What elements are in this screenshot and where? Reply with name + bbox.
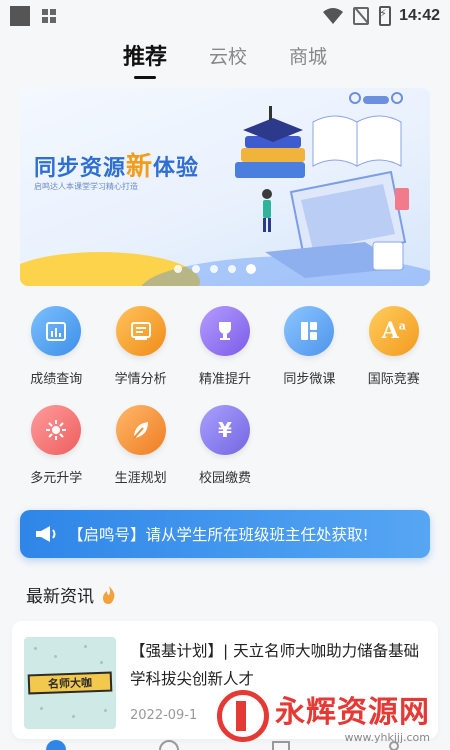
feature-label: 成绩查询: [30, 372, 83, 387]
bottom-nav: [0, 738, 450, 750]
carousel-dot[interactable]: [174, 265, 182, 273]
yuan-icon: ¥: [199, 405, 250, 455]
top-tabs: 推荐 云校 商城: [0, 32, 450, 84]
thumbnail-tag: 名师大咖: [27, 671, 113, 695]
feature-label: 国际竞赛: [367, 372, 420, 387]
status-time: 14:42: [399, 7, 440, 24]
banner-title: 同步资源新体验: [34, 152, 200, 182]
leaf-icon: [115, 405, 166, 455]
tab-cloud-school[interactable]: 云校: [209, 42, 247, 75]
feature-label: 多元升学: [30, 471, 83, 486]
news-title[interactable]: 【强基计划】| 天立名师大咖助力储备基础学科拔尖创新人才: [130, 637, 426, 693]
watermark-name: 永辉资源网: [275, 695, 430, 730]
watermark-logo: [217, 689, 269, 742]
watermark: 永辉资源网 www.yhkjjj.com: [217, 687, 430, 744]
carousel-dot[interactable]: [210, 265, 218, 273]
megaphone-icon: [36, 526, 56, 542]
news-heading: 最新资讯: [26, 587, 94, 607]
book-icon: [284, 306, 335, 356]
feature-campus-payment[interactable]: ¥ 校园缴费: [183, 405, 267, 486]
promo-banner[interactable]: 同步资源新体验 启鸣达人本课堂学习精心打造: [20, 88, 430, 286]
battery-icon: [379, 6, 392, 26]
banner-illustration: [235, 92, 409, 278]
trophy-icon: [199, 306, 250, 356]
feature-label: 校园缴费: [198, 471, 251, 486]
feature-label: 生涯规划: [114, 471, 167, 486]
feature-label: 同步微课: [283, 372, 336, 387]
feature-career-plan[interactable]: 生涯规划: [98, 405, 182, 486]
news-thumbnail: 名师大咖: [24, 637, 116, 729]
no-sim-icon: [353, 7, 370, 25]
feature-grid: 成绩查询 学情分析 精准提升 同步微课 Aa 国际竞赛 多元升学 生涯规划 ¥ …: [14, 306, 436, 486]
notification-icon: [10, 6, 30, 26]
feature-label: 精准提升: [198, 372, 251, 387]
feature-sync-course[interactable]: 同步微课: [267, 306, 351, 387]
carousel-dot-active[interactable]: [246, 264, 256, 274]
nav-profile-icon[interactable]: [382, 738, 406, 750]
tab-recommend[interactable]: 推荐: [123, 39, 167, 77]
nav-cloud-icon[interactable]: [157, 738, 181, 750]
news-section-header: 最新资讯: [26, 582, 424, 607]
tab-mall[interactable]: 商城: [289, 42, 327, 75]
feature-learning-analysis[interactable]: 学情分析: [98, 306, 182, 387]
burst-icon: [31, 405, 82, 455]
app-grid-icon: [42, 9, 56, 23]
feature-precise-improve[interactable]: 精准提升: [183, 306, 267, 387]
nav-home-icon[interactable]: [44, 738, 68, 750]
status-bar: 14:42: [0, 0, 450, 32]
carousel-dot[interactable]: [228, 265, 236, 273]
score-chart-icon: [31, 306, 82, 356]
feature-label: 学情分析: [114, 372, 167, 387]
wifi-icon: [323, 8, 344, 24]
carousel-indicator: [174, 264, 256, 274]
carousel-dot[interactable]: [192, 265, 200, 273]
feature-diverse-admission[interactable]: 多元升学: [14, 405, 98, 486]
nav-shop-icon[interactable]: [269, 738, 293, 750]
notice-banner[interactable]: 【启鸣号】请从学生所在班级班主任处获取!: [20, 510, 430, 558]
feature-score-query[interactable]: 成绩查询: [14, 306, 98, 387]
letter-a-icon: Aa: [368, 306, 419, 356]
fire-icon: [103, 585, 115, 604]
banner-subtitle: 启鸣达人本课堂学习精心打造: [34, 182, 138, 191]
analysis-icon: [115, 306, 166, 356]
notice-text: 【启鸣号】请从学生所在班级班主任处获取!: [68, 526, 369, 544]
feature-intl-competition[interactable]: Aa 国际竞赛: [352, 306, 436, 387]
